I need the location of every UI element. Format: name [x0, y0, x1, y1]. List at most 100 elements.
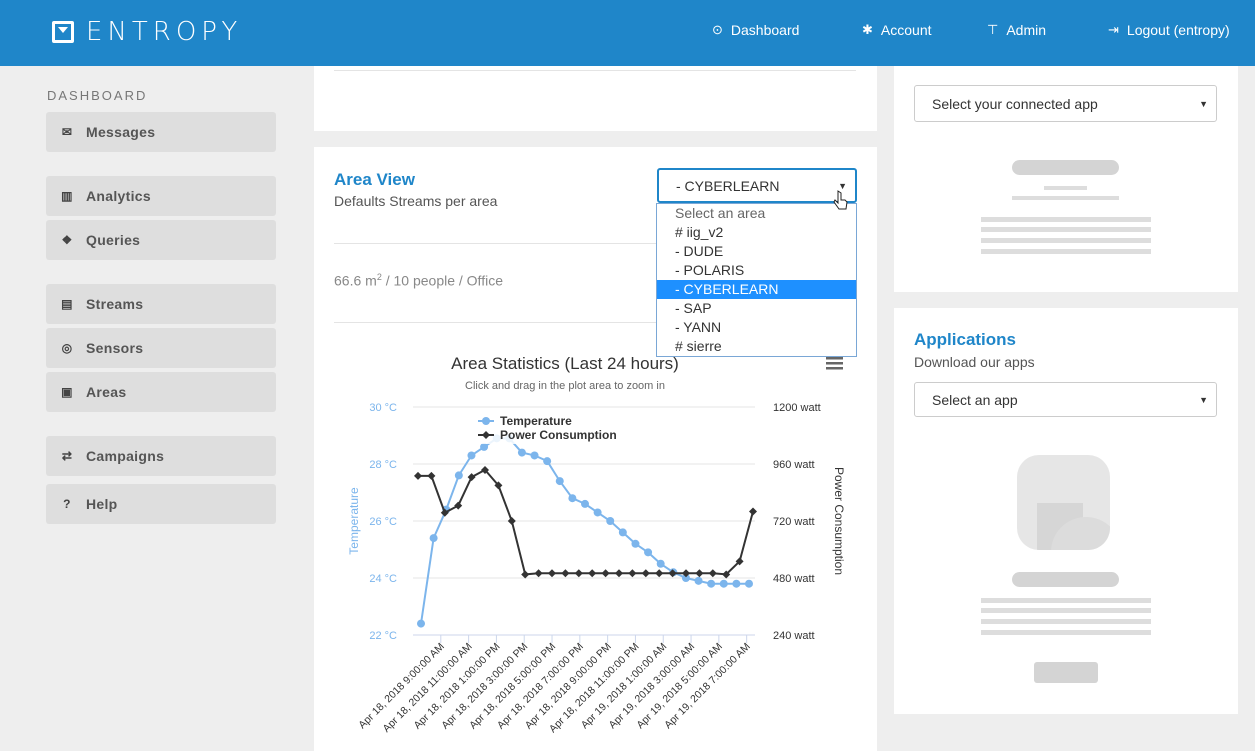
sensor-icon: ◎ [61, 341, 73, 355]
sidebar-item-messages[interactable]: ✉ Messages [46, 112, 276, 152]
y-left-tick-label: 26 °C [369, 516, 397, 528]
sidebar-item-sensors[interactable]: ◎ Sensors [46, 328, 276, 368]
y-right-tick-label: 1200 watt [773, 402, 821, 414]
area-statistics-chart[interactable]: Area Statistics (Last 24 hours) Click and… [330, 345, 870, 751]
sidebar-item-campaigns[interactable]: ⇄ Campaigns [46, 436, 276, 476]
temperature-point [732, 579, 741, 588]
sidebar-item-help[interactable]: ? Help [46, 484, 276, 524]
y-left-axis-title: Temperature [347, 487, 361, 555]
temperature-point [606, 517, 615, 525]
sidebar-item-streams[interactable]: ▤ Streams [46, 284, 276, 324]
nav-logout[interactable]: ⇥ Logout (entropy) [1108, 22, 1230, 38]
area-select-dropdown[interactable]: Select an area # iig_v2 - DUDE - POLARIS… [656, 203, 857, 357]
temperature-point [656, 559, 665, 568]
temperature-point [517, 448, 526, 457]
placeholder-bar [1012, 160, 1119, 175]
map-icon: ▣ [61, 385, 73, 399]
area-option[interactable]: - POLARIS [657, 261, 856, 280]
power-point [655, 569, 664, 578]
area-meta: 66.6 m2 / 10 people / Office [334, 272, 503, 289]
nav-logout-label: Logout (entropy) [1126, 22, 1230, 38]
sidebar-item-label: Campaigns [86, 448, 165, 464]
nav-account-label: Account [880, 22, 932, 38]
y-right-axis-title: Power Consumption [832, 467, 846, 575]
sidebar-item-queries[interactable]: ❖ Queries [46, 220, 276, 260]
temperature-point [543, 457, 552, 466]
nav-dashboard[interactable]: ⊙ Dashboard [712, 22, 799, 38]
logout-icon: ⇥ [1108, 22, 1119, 37]
area-option[interactable]: Select an area [657, 204, 856, 223]
temperature-series-line [420, 437, 749, 624]
power-series-line [418, 468, 754, 576]
divider [334, 322, 656, 323]
top-navbar: ENTROPY ⊙ Dashboard ✱ Account ⊤ Admin ⇥ … [0, 0, 1255, 66]
temperature-point [593, 508, 602, 517]
power-point [467, 473, 476, 482]
chevron-down-icon: ▼ [1199, 394, 1208, 405]
entropy-logo-icon [52, 21, 74, 43]
nav-account[interactable]: ✱ Account [862, 22, 932, 38]
hamburger-menu-icon [826, 357, 843, 360]
sidebar-item-label: Messages [86, 124, 156, 140]
temperature-point [454, 471, 463, 480]
sidebar-item-areas[interactable]: ▣ Areas [46, 372, 276, 412]
power-point [695, 569, 704, 578]
y-right-tick-label: 480 watt [773, 573, 815, 585]
hamburger-menu-icon [826, 367, 843, 370]
connected-app-select[interactable]: Select your connected app ▼ [914, 85, 1217, 122]
area-option[interactable]: # sierre [657, 337, 856, 356]
gear-icon: ✱ [862, 22, 873, 37]
power-point [521, 570, 530, 579]
temperature-point [530, 451, 539, 460]
temperature-point [480, 442, 489, 451]
nav-dashboard-label: Dashboard [730, 22, 800, 38]
area-select-value: - CYBERLEARN [676, 177, 780, 194]
chevron-down-icon: ▼ [838, 180, 847, 191]
download-button-placeholder[interactable] [1034, 662, 1098, 683]
brand[interactable]: ENTROPY [52, 17, 242, 47]
y-left-tick-label: 30 °C [369, 402, 397, 414]
area-option-selected[interactable]: - CYBERLEARN [657, 280, 856, 299]
power-point [414, 471, 422, 480]
campaigns-icon: ⇄ [61, 449, 73, 463]
legend-temperature-label: Temperature [500, 414, 572, 428]
applications-title: Applications [914, 330, 1017, 349]
sidebar-item-analytics[interactable]: ▥ Analytics [46, 176, 276, 216]
area-select[interactable]: - CYBERLEARN ▼ [657, 168, 857, 203]
app-image-placeholder [1017, 455, 1110, 550]
app-select[interactable]: Select an app ▼ [914, 382, 1217, 417]
placeholder-bar [1012, 196, 1119, 200]
divider [334, 243, 656, 244]
temperature-point [568, 494, 577, 503]
temperature-point [719, 579, 728, 588]
hamburger-menu-icon [826, 362, 843, 365]
area-option[interactable]: - SAP [657, 299, 856, 318]
y-right-tick-label: 720 watt [773, 516, 815, 528]
placeholder-line [981, 598, 1151, 603]
power-point [749, 507, 757, 516]
chart-subtitle: Click and drag in the plot area to zoom … [465, 380, 665, 392]
temperature-point [429, 534, 438, 543]
y-left-tick-label: 24 °C [369, 573, 397, 585]
placeholder-line [981, 238, 1151, 243]
nav-admin-label: Admin [1006, 22, 1047, 38]
brand-name: ENTROPY [86, 17, 243, 47]
power-point [615, 569, 623, 578]
sidebar-item-label: Areas [86, 384, 127, 400]
legend-temperature-marker [482, 417, 490, 425]
power-point [641, 569, 650, 578]
area-option[interactable]: - DUDE [657, 242, 856, 261]
power-point [507, 517, 516, 525]
legend-power-label: Power Consumption [500, 428, 617, 442]
queries-icon: ❖ [61, 233, 73, 247]
mouse-pointer-icon [833, 190, 848, 210]
nav-admin[interactable]: ⊤ Admin [987, 22, 1046, 38]
area-option[interactable]: # iig_v2 [657, 223, 856, 242]
placeholder-line [981, 630, 1151, 635]
y-right-tick-label: 960 watt [773, 459, 815, 471]
placeholder-line [981, 249, 1151, 254]
area-option[interactable]: - YANN [657, 318, 856, 337]
power-point [588, 569, 597, 578]
sidebar-item-label: Help [86, 496, 118, 512]
previous-card [314, 66, 877, 131]
